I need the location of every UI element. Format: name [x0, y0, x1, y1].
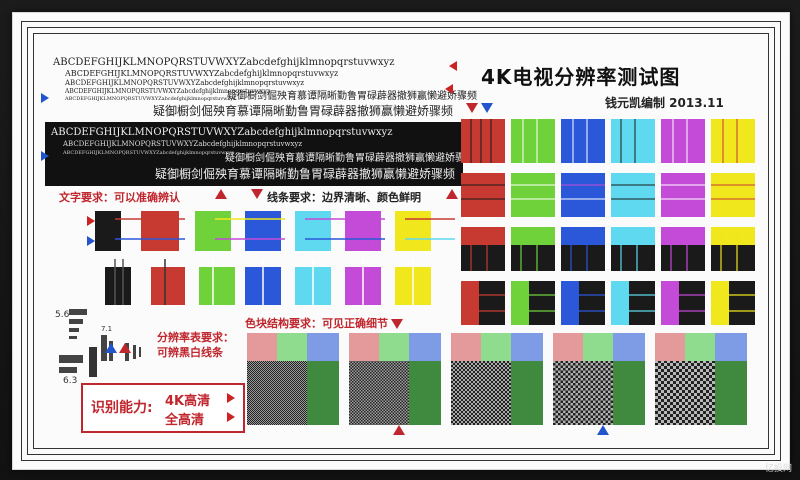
- color-grid-row-3: [461, 227, 755, 271]
- fhd-arrow: [227, 412, 235, 422]
- color-grid-row-2: [461, 173, 755, 217]
- swatch-blue-arrow: [87, 236, 95, 246]
- latin-sample-3: ABCDEFGHIJKLMNOPQRSTUVWXYZabcdefghijklmn…: [65, 79, 305, 87]
- color-grid-row-1: [461, 119, 755, 163]
- cjk-inv-2: 疑御橱剑倔殃育慕谭隔晰勤鲁胃碌薜器撤狮赢懒避娇骤频: [155, 167, 456, 181]
- latin-inv-1: ABCDEFGHIJKLMNOPQRSTUVWXYZabcdefghijklmn…: [51, 127, 393, 138]
- color-block-requirement: 色块结构要求：可见正确细节: [245, 317, 388, 330]
- red-arrow-2: [445, 84, 453, 94]
- latin-sample-5: ABCDEFGHIJKLMNOPQRSTUVWXYZabcdefghijklmn…: [65, 96, 236, 102]
- pattern-blocks: [247, 333, 747, 425]
- cjk-sample-2: 疑御橱剑倔殃育慕谭隔晰勤鲁胃碌薜器撤狮赢懒避娇骤频: [153, 104, 454, 118]
- svg-text:6.3: 6.3: [63, 376, 77, 386]
- pattern-red-arrow: [393, 425, 405, 435]
- latin-inv-3: ABCDEFGHIJKLMNOPQRSTUVWXYZabcdefghijklmn…: [63, 150, 234, 156]
- pattern-block-2: [349, 333, 441, 425]
- pattern-block-3: [451, 333, 543, 425]
- author-line: 钱元凯编制 2013.11: [605, 96, 724, 110]
- watermark: 亿投网: [764, 464, 792, 474]
- blue-arrow-1: [41, 93, 49, 103]
- color-grid-row-4: [461, 281, 755, 325]
- recognition-label: 识别能力:: [91, 400, 153, 416]
- red-triangle-down-1: [251, 189, 263, 199]
- latin-inv-2: ABCDEFGHIJKLMNOPQRSTUVWXYZabcdefghijklmn…: [63, 140, 303, 148]
- swatch-row-1: [95, 211, 455, 251]
- blue-arrow-2: [41, 151, 49, 161]
- grid-red-arrow-down: [466, 103, 478, 113]
- res-fhd-label: 全高清: [165, 413, 205, 428]
- grid-blue-arrow-down: [481, 103, 493, 113]
- recognition-box: 识别能力: 4K高清 全高清: [81, 383, 245, 433]
- pattern-block-5: [655, 333, 747, 425]
- line-requirement-label: 线条要求：边界清晰、颜色鲜明: [267, 191, 421, 204]
- resolution-requirement-2: 可辨黑白线条: [157, 346, 223, 359]
- red-triangle-up: [215, 189, 227, 199]
- right-color-grid: [461, 119, 755, 325]
- chart-title: 4K电视分辨率测试图: [481, 65, 681, 89]
- photo-background: 4K电视分辨率测试图 钱元凯编制 2013.11 ABCDEFGHIJKLMNO…: [0, 0, 800, 480]
- 4k-arrow: [227, 393, 235, 403]
- pattern-block-4: [553, 333, 645, 425]
- wedge-blue-arrow: [105, 343, 117, 353]
- wedge-red-arrow: [119, 343, 131, 353]
- red-arrow-1: [449, 61, 457, 71]
- test-chart-screen: 4K电视分辨率测试图 钱元凯编制 2013.11 ABCDEFGHIJKLMNO…: [12, 12, 790, 470]
- swatch-row-2: [105, 259, 431, 305]
- pattern-blue-arrow: [597, 425, 609, 435]
- resolution-requirement-1: 分辨率表要求：: [157, 331, 234, 344]
- inverted-text-panel: ABCDEFGHIJKLMNOPQRSTUVWXYZabcdefghijklmn…: [45, 122, 475, 186]
- cjk-inv-1: 疑御橱剑倔殃育慕谭隔晰勤鲁胃碌薜器撤狮赢懒避娇骤频: [225, 153, 475, 164]
- cjk-sample-1: 疑御橱剑倔殃育慕谭隔晰勤鲁胃碌薜器撤狮赢懒避娇骤频: [227, 91, 477, 102]
- block-red-arrow: [391, 319, 403, 329]
- resolution-wedges: 5.6 7.1 6.3: [55, 309, 141, 386]
- latin-sample-1: ABCDEFGHIJKLMNOPQRSTUVWXYZabcdefghijklmn…: [53, 57, 395, 68]
- svg-text:7.1: 7.1: [101, 325, 112, 333]
- latin-sample-2: ABCDEFGHIJKLMNOPQRSTUVWXYZabcdefghijklmn…: [65, 69, 339, 78]
- text-requirement-label: 文字要求：可以准确辨认: [59, 191, 180, 204]
- pattern-block-1: [247, 333, 339, 425]
- left-line-swatches: [95, 211, 455, 305]
- swatch-red-arrow: [87, 216, 95, 226]
- svg-text:5.6: 5.6: [55, 310, 70, 320]
- red-triangle-up-2: [446, 189, 458, 199]
- res-4k-label: 4K高清: [165, 394, 211, 409]
